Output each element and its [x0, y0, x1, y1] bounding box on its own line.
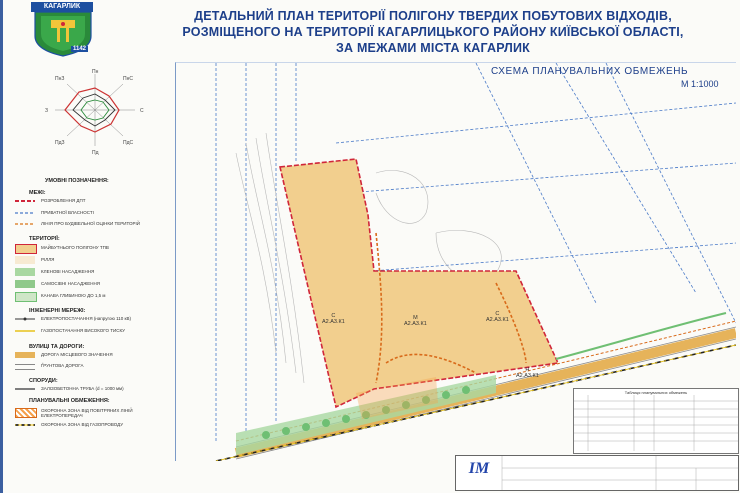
scheme-title: СХЕМА ПЛАНУВАЛЬНИХ ОБМЕЖЕНЬ	[491, 66, 689, 77]
zone-label-4: Н А2.А3.К1	[516, 367, 539, 379]
windrose-label: ПдС	[123, 140, 134, 146]
gas-zone-swatch	[15, 424, 35, 426]
legend-local-road: ДОРОГА МІСЦЕВОГО ЗНАЧЕННЯ	[41, 352, 113, 357]
shield-icon	[34, 11, 92, 57]
legend-building-line: ЛІНІЯ ПРО БУДІВЕЛЬНОЇ ОЦІНКИ ТЕРИТОРІЙ	[41, 221, 141, 226]
landfill-swatch	[15, 244, 37, 254]
document-title: ДЕТАЛЬНИЙ ПЛАН ТЕРИТОРІЇ ПОЛІГОНУ ТВЕРДИ…	[133, 8, 733, 56]
ownership-swatch	[15, 212, 35, 214]
legend-gas: ГАЗОПОСТАЧАННЯ ВИСОКОГО ТИСКУ	[41, 328, 125, 333]
windrose-label: С	[140, 108, 144, 114]
zone-label-2: М А2.А3.К1	[404, 315, 427, 327]
legend-section-territories: ТЕРИТОРІЇ:	[29, 236, 60, 242]
emblem-year: 1142	[71, 46, 89, 52]
legend-landfill: МАЙБУТНЬОГО ПОЛІГОНУ ТПВ	[41, 245, 109, 250]
windrose-label: З	[45, 108, 48, 114]
table-grid	[574, 395, 738, 451]
legend-maple: КЛЕНОВІ НАСАДЖЕННЯ	[41, 269, 95, 274]
windrose-label: Пн	[92, 69, 99, 75]
legend-section-structures: СПОРУДИ:	[29, 378, 58, 384]
power-zone-swatch	[15, 408, 37, 418]
power-line-swatch	[15, 317, 35, 321]
local-road-swatch	[15, 352, 35, 358]
legend-power: ЕЛЕКТРОПОСТАЧАННЯ (напругою 110 кВ)	[41, 316, 132, 321]
legend-section-engineering: ІНЖЕНЕРНІ МЕРЕЖІ:	[29, 308, 86, 314]
zone-label-1: С А2.А3.К1	[322, 313, 345, 325]
windrose-label: ПдЗ	[55, 140, 65, 146]
drawing-sheet: КАГАРЛИК 1142 ДЕТАЛЬНИЙ ПЛАН ТЕРИТОРІЇ П…	[0, 0, 740, 493]
boundary-swatch	[15, 200, 35, 202]
legend-power-zone: ОХОРОННА ЗОНА ВІД ПОВІТРЯНИХ ЛІНІЙ ЕЛЕКТ…	[41, 408, 133, 418]
culvert-swatch	[15, 388, 35, 390]
stamp-grid	[501, 456, 738, 490]
legend-section-streets: ВУЛИЦІ ТА ДОРОГИ:	[29, 344, 85, 350]
maple-swatch	[15, 268, 35, 276]
legend-ditch: КАНАВА ГЛИБИНОЮ ДО 1,5 м	[41, 293, 106, 298]
title-line-3: ЗА МЕЖАМИ МІСТА КАГАРЛИК	[336, 41, 530, 55]
building-line-swatch	[15, 223, 35, 225]
legend-section-boundaries: МЕЖІ:	[29, 190, 46, 196]
restrictions-table: Таблиця планувальних обмежень	[573, 388, 739, 454]
gas-line-swatch	[15, 330, 35, 332]
legend-fields: РІЛЛЯ	[41, 257, 55, 262]
legend-dpt: РОЗРОБЛЕННЯ ДПТ	[41, 198, 86, 203]
dirt-road-swatch	[15, 364, 35, 370]
ditch-swatch	[15, 292, 37, 302]
legend-dirt-road: ҐРУНТОВА ДОРОГА	[41, 363, 84, 368]
legend-gas-zone: ОХОРОННА ЗОНА ВІД ГАЗОПРОВОДУ	[41, 422, 124, 427]
legend-title: УМОВНІ ПОЗНАЧЕННЯ:	[45, 178, 109, 184]
windrose-label: ПнЗ	[55, 76, 64, 82]
scheme-scale: М 1:1000	[681, 79, 719, 89]
title-block: ІМ	[455, 455, 739, 491]
zone-label-3: С А2.А3.К1	[486, 311, 509, 323]
city-emblem: КАГАРЛИК 1142	[27, 2, 99, 58]
wind-rose: Пн ПнС С ПдС Пд ПдЗ З ПнЗ	[45, 69, 144, 156]
windrose-label: ПнС	[123, 76, 133, 82]
map-legend: УМОВНІ ПОЗНАЧЕННЯ: МЕЖІ: РОЗРОБЛЕННЯ ДПТ…	[15, 170, 157, 490]
legend-selfseed: САМОСІВНІ НАСАДЖЕННЯ	[41, 281, 101, 286]
fields-swatch	[15, 256, 35, 264]
windrose-label: Пд	[92, 150, 99, 156]
legend-ownership: ПРИВАТНОЇ ВЛАСНОСТІ	[41, 210, 94, 215]
title-line-2: РОЗМІЩЕНОГО НА ТЕРИТОРІЇ КАГАРЛИЦЬКОГО Р…	[182, 25, 684, 39]
legend-culvert: ЗАЛІЗОБЕТОННА ТРУБА (d = 1000 мм)	[41, 386, 124, 391]
selfseed-swatch	[15, 280, 35, 288]
title-line-1: ДЕТАЛЬНИЙ ПЛАН ТЕРИТОРІЇ ПОЛІГОНУ ТВЕРДИ…	[194, 9, 672, 23]
legend-section-restrictions: ПЛАНУВАЛЬНІ ОБМЕЖЕННЯ:	[29, 398, 110, 404]
